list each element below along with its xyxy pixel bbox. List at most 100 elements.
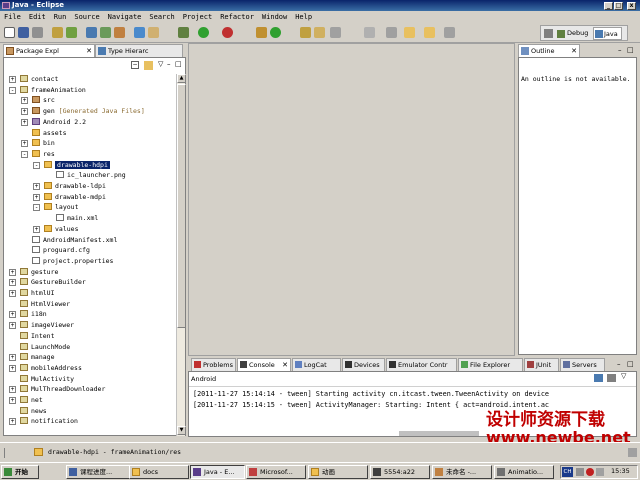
close-outline-icon[interactable]: ✕	[571, 45, 577, 57]
expand-icon[interactable]: +	[21, 97, 28, 105]
link-with-editor-icon[interactable]	[144, 61, 153, 70]
task-course-progress[interactable]: 课程进度...	[66, 465, 130, 479]
view-menu-icon[interactable]: ▽	[158, 60, 163, 68]
collapse-icon[interactable]: -	[21, 150, 28, 158]
menu-navigate[interactable]: Navigate	[104, 11, 146, 23]
maximize-view-icon[interactable]: □	[175, 60, 182, 68]
tray-stop-icon[interactable]	[586, 468, 594, 476]
tab-emulator-control[interactable]: Emulator Contr	[386, 358, 457, 371]
close-view-icon[interactable]: ✕	[86, 45, 92, 57]
task-docs[interactable]: docs	[129, 465, 189, 479]
tree-item[interactable]: project.properties	[4, 256, 176, 267]
open-type-icon[interactable]	[300, 27, 311, 38]
start-button[interactable]: 开始	[1, 465, 39, 479]
tree-item[interactable]: + drawable-ldpi	[4, 181, 176, 192]
new-java-package-icon[interactable]	[256, 27, 267, 38]
collapse-icon[interactable]: -	[33, 161, 40, 169]
expand-icon[interactable]: +	[21, 140, 28, 148]
minimize-outline-icon[interactable]: –	[618, 46, 622, 54]
tab-type-hierarchy[interactable]: Type Hierarc	[95, 44, 183, 57]
tree-scrollbar[interactable]: ▲ ▼	[176, 74, 186, 436]
tree-item[interactable]: + contact	[4, 74, 176, 85]
tab-junit[interactable]: JUnit	[524, 358, 559, 371]
tree-item[interactable]: + mobileAddress	[4, 363, 176, 374]
tab-file-explorer[interactable]: File Explorer	[458, 358, 523, 371]
scroll-down-button[interactable]: ▼	[177, 426, 186, 435]
tray-icon[interactable]	[596, 468, 604, 476]
task-emulator[interactable]: 5554:a22	[370, 465, 430, 479]
expand-icon[interactable]: +	[21, 108, 28, 116]
tree-item[interactable]: - res	[4, 149, 176, 160]
expand-icon[interactable]: +	[9, 279, 16, 287]
tree-item[interactable]: HtmlViewer	[4, 299, 176, 310]
back-icon[interactable]	[404, 27, 415, 38]
menu-file[interactable]: File	[0, 11, 25, 23]
run-icon[interactable]	[198, 27, 209, 38]
new-test-project-icon[interactable]	[100, 27, 111, 38]
expand-icon[interactable]: +	[9, 386, 16, 394]
tab-problems[interactable]: Problems	[191, 358, 236, 371]
tree-item[interactable]: + net	[4, 395, 176, 406]
tree-item[interactable]: assets	[4, 128, 176, 139]
tree-item[interactable]: LaunchMode	[4, 342, 176, 353]
scroll-thumb[interactable]	[177, 84, 186, 328]
menu-edit[interactable]: Edit	[25, 11, 50, 23]
minimize-bottom-icon[interactable]: –	[617, 360, 621, 368]
progress-icon[interactable]	[628, 448, 637, 457]
expand-icon[interactable]: +	[9, 311, 16, 319]
tree-item[interactable]: + GestureBuilder	[4, 277, 176, 288]
open-perspective-icon[interactable]	[544, 29, 553, 38]
expand-icon[interactable]: +	[33, 193, 40, 201]
scroll-up-button[interactable]: ▲	[177, 74, 186, 83]
tree-item[interactable]: + imageViewer	[4, 320, 176, 331]
tree-item[interactable]: + MulThreadDownloader	[4, 384, 176, 395]
forward-icon[interactable]	[424, 27, 435, 38]
menu-help[interactable]: Help	[291, 11, 316, 23]
minimize-view-icon[interactable]: –	[167, 60, 171, 68]
new-xml-icon[interactable]	[114, 27, 125, 38]
tray-icon[interactable]	[576, 468, 584, 476]
tree-item[interactable]: + Android 2.2	[4, 117, 176, 128]
expand-icon[interactable]: +	[9, 397, 16, 404]
collapse-icon[interactable]: -	[9, 86, 16, 94]
maximize-button[interactable]: □	[614, 2, 623, 10]
android-sdk-icon[interactable]	[52, 27, 63, 38]
maximize-outline-icon[interactable]: □	[627, 46, 634, 54]
menu-run[interactable]: Run	[50, 11, 71, 23]
annotation-icon[interactable]	[364, 27, 375, 38]
expand-icon[interactable]: +	[33, 183, 40, 190]
task-microsoft[interactable]: Microsof...	[246, 465, 306, 479]
expand-icon[interactable]: +	[9, 290, 16, 297]
task-java-eclipse[interactable]: Java - E...	[190, 465, 245, 479]
task-animation-folder[interactable]: 动画	[308, 465, 368, 479]
external-tools-icon[interactable]	[222, 27, 233, 38]
tree-item[interactable]: Intent	[4, 331, 176, 342]
tree-item[interactable]: + src	[4, 95, 176, 106]
tree-item[interactable]: + bin	[4, 138, 176, 149]
task-untitled[interactable]: 未命名 -...	[432, 465, 492, 479]
tab-console[interactable]: Console ✕	[237, 358, 291, 371]
tab-logcat[interactable]: LogCat	[292, 358, 341, 371]
ime-indicator[interactable]: CH	[562, 467, 573, 477]
menu-source[interactable]: Source	[70, 11, 103, 23]
expand-icon[interactable]: +	[9, 354, 16, 362]
open-task-icon[interactable]	[314, 27, 325, 38]
tree-item[interactable]: + notification	[4, 416, 176, 427]
new-icon[interactable]	[4, 27, 15, 38]
expand-icon[interactable]: +	[9, 418, 16, 426]
new-android-project-icon[interactable]	[86, 27, 97, 38]
expand-icon[interactable]: +	[9, 76, 16, 83]
tab-servers[interactable]: Servers	[560, 358, 605, 371]
expand-icon[interactable]: +	[21, 118, 28, 126]
next-annotation-icon[interactable]	[386, 27, 397, 38]
menu-refactor[interactable]: Refactor	[216, 11, 258, 23]
tree-item[interactable]: + gen [Generated Java Files]	[4, 106, 176, 117]
expand-icon[interactable]: +	[9, 322, 16, 330]
tree-item[interactable]: - layout	[4, 202, 176, 213]
print-icon[interactable]	[32, 27, 43, 38]
task-animation[interactable]: Animatio...	[494, 465, 554, 479]
display-console-icon[interactable]	[594, 374, 603, 382]
lint-icon[interactable]	[134, 27, 145, 38]
tree-item[interactable]: ic_launcher.png	[4, 170, 176, 181]
tab-devices[interactable]: Devices	[342, 358, 385, 371]
